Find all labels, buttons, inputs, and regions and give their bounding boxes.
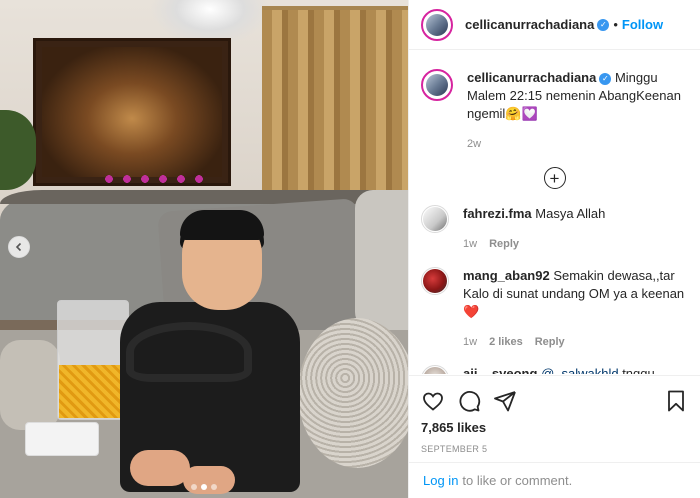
post-header: cellicanurrachadiana ✓ • Follow (409, 0, 700, 50)
verified-icon: ✓ (599, 72, 612, 85)
comment-icon[interactable] (457, 389, 481, 413)
comment-likes[interactable]: 2 likes (489, 333, 523, 351)
bookmark-icon[interactable] (664, 389, 688, 413)
list-item: aii__syeong @_salwakhld tnggu keenan? Wh… (409, 365, 700, 374)
avatar[interactable] (421, 69, 453, 101)
comment-username[interactable]: aii__syeong (463, 366, 537, 374)
verified-icon: ✓ (597, 18, 610, 31)
login-prompt-text: to like or comment. (462, 473, 573, 488)
post-actions: 7,865 likes SEPTEMBER 5 (409, 375, 700, 454)
avatar[interactable] (421, 8, 453, 41)
caption-age: 2w (467, 138, 482, 150)
carousel-dot (211, 484, 217, 490)
photo-armrest (0, 340, 60, 430)
avatar[interactable] (421, 267, 449, 295)
photo-tray (25, 422, 99, 456)
heart-icon[interactable] (421, 389, 445, 413)
post-photo[interactable] (0, 0, 408, 498)
caption-item: cellicanurrachadiana ✓ Minggu Malem 22:15… (409, 51, 700, 153)
chevron-left-icon[interactable] (8, 236, 30, 258)
reply-button[interactable]: Reply (489, 235, 519, 253)
share-icon[interactable] (493, 389, 517, 413)
comment-username[interactable]: mang_aban92 (463, 268, 550, 283)
photo-toy-wheel (126, 322, 252, 382)
carousel-dots (0, 484, 408, 490)
comments-list[interactable]: cellicanurrachadiana ✓ Minggu Malem 22:15… (409, 51, 700, 374)
photo-pillow-right (355, 190, 408, 330)
carousel-dot (191, 484, 197, 490)
caption-username[interactable]: cellicanurrachadiana (467, 70, 596, 85)
comment-username[interactable]: fahrezi.fma (463, 206, 532, 221)
avatar[interactable] (421, 205, 449, 233)
comment-age: 1w (463, 336, 478, 348)
post-date: SEPTEMBER 5 (421, 444, 488, 454)
photo-snacks (59, 365, 127, 418)
login-prompt: Log in to like or comment. (409, 462, 700, 498)
photo-child-hair-top (180, 210, 264, 240)
like-count[interactable]: 7,865 likes (421, 420, 688, 435)
follow-button[interactable]: Follow (622, 17, 663, 32)
login-link[interactable]: Log in (423, 473, 458, 488)
header-separator: • (613, 17, 618, 32)
comment-mention[interactable]: @_salwakhld (541, 366, 619, 374)
photo-child-foot (130, 450, 190, 486)
post-author-username[interactable]: cellicanurrachadiana (465, 17, 594, 32)
post-side-panel: cellicanurrachadiana ✓ • Follow cellican… (408, 0, 700, 498)
comment-age: 1w (463, 238, 478, 250)
comment-text: Masya Allah (535, 206, 606, 221)
load-more-comments[interactable]: + (409, 167, 700, 189)
carousel-dot-active (201, 484, 207, 490)
photo-round-cushion (298, 318, 408, 468)
photo-painting (33, 38, 231, 186)
list-item: fahrezi.fma Masya Allah 1w Reply (409, 205, 700, 253)
list-item: mang_aban92 Semakin dewasa,,tar Kalo di … (409, 267, 700, 351)
reply-button[interactable]: Reply (535, 333, 565, 351)
plus-circle-icon[interactable]: + (543, 167, 566, 189)
avatar[interactable] (421, 365, 449, 374)
